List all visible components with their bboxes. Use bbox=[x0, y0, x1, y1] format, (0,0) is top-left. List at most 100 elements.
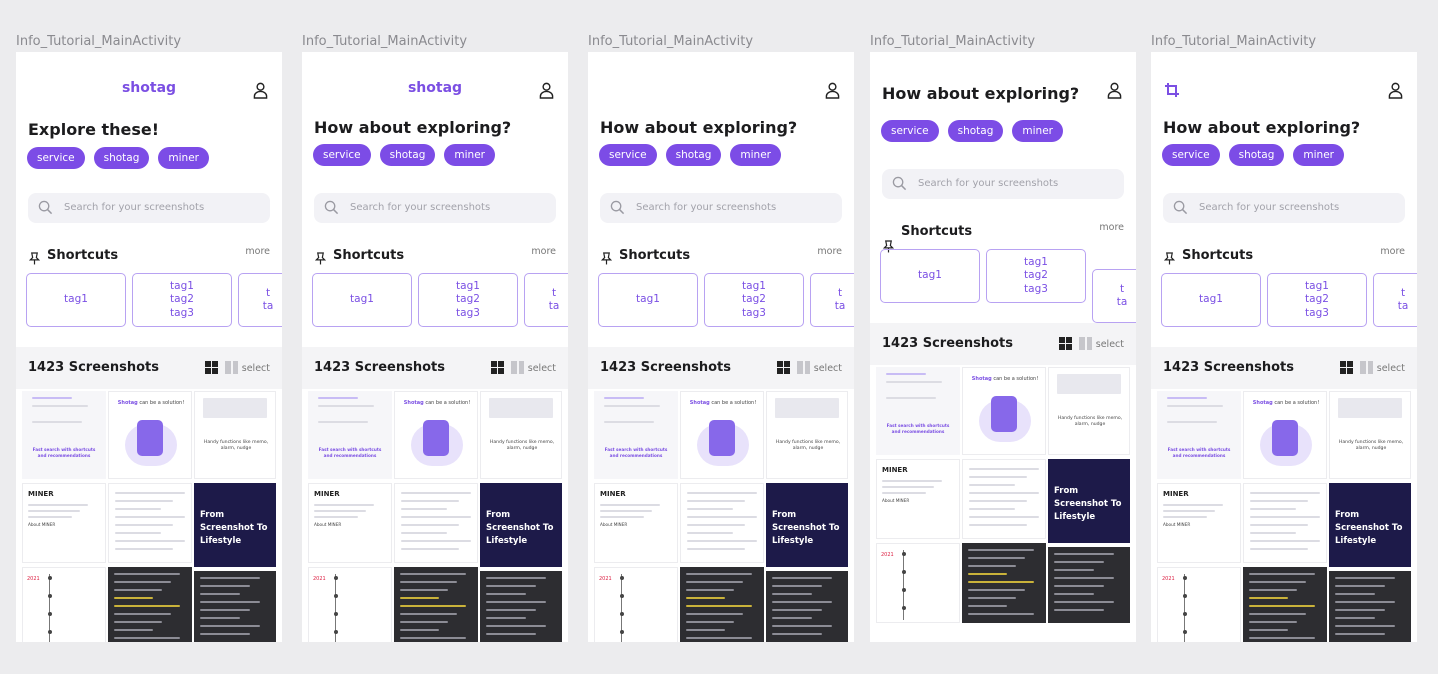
shortcut-card[interactable]: tag1 bbox=[312, 273, 412, 327]
select-button[interactable]: select bbox=[814, 363, 842, 374]
shortcut-card[interactable]: tag1 bbox=[880, 249, 980, 303]
screenshot-thumb[interactable]: Shotag can be a solution! bbox=[962, 367, 1046, 455]
screenshot-thumb[interactable]: MINER About MINER bbox=[876, 459, 960, 539]
chip-shotag[interactable]: shotag bbox=[379, 144, 436, 166]
select-button[interactable]: select bbox=[242, 363, 270, 374]
screenshot-thumb[interactable] bbox=[680, 567, 764, 642]
search-input[interactable]: Search for your screenshots bbox=[314, 193, 556, 223]
shortcut-card[interactable]: tag1 tag2 tag3 bbox=[132, 273, 232, 327]
chip-shotag[interactable]: shotag bbox=[93, 147, 150, 169]
search-input[interactable]: Search for your screenshots bbox=[882, 169, 1124, 199]
screenshot-thumb[interactable] bbox=[1329, 571, 1411, 642]
screenshot-thumb[interactable] bbox=[1243, 567, 1327, 642]
chip-shotag[interactable]: shotag bbox=[1228, 144, 1285, 166]
screenshot-thumb[interactable]: From Screenshot To Lifestyle bbox=[766, 483, 848, 567]
grid-view-icon[interactable] bbox=[491, 361, 504, 374]
screenshot-thumb[interactable]: From Screenshot To Lifestyle bbox=[194, 483, 276, 567]
shortcut-card[interactable]: tag1 tag2 tag3 bbox=[418, 273, 518, 327]
shortcuts-more-link[interactable]: more bbox=[531, 246, 556, 257]
shortcut-card[interactable]: t ta bbox=[1092, 269, 1136, 323]
list-view-icon[interactable] bbox=[1079, 337, 1092, 350]
screenshot-thumb[interactable]: Shotag can be a solution! bbox=[108, 391, 192, 479]
select-button[interactable]: select bbox=[1377, 363, 1405, 374]
screenshot-thumb[interactable] bbox=[766, 571, 848, 642]
chip-service[interactable]: service bbox=[313, 144, 371, 166]
screenshot-thumb[interactable]: Shotag can be a solution! bbox=[394, 391, 478, 479]
screenshot-thumb[interactable]: MINER About MINER bbox=[308, 483, 392, 563]
chip-service[interactable]: service bbox=[881, 120, 939, 142]
screenshot-thumb[interactable] bbox=[108, 483, 192, 563]
shortcut-card[interactable]: tag1 tag2 tag3 bbox=[1267, 273, 1367, 327]
screenshot-thumb[interactable]: 2021 bbox=[876, 543, 960, 623]
chip-miner[interactable]: miner bbox=[730, 144, 781, 166]
screenshot-thumb[interactable] bbox=[1243, 483, 1327, 563]
user-icon[interactable] bbox=[253, 82, 268, 99]
screenshot-thumb[interactable]: Fast search with shortcuts and recommend… bbox=[876, 367, 960, 455]
shortcuts-more-link[interactable]: more bbox=[1380, 246, 1405, 257]
screenshot-thumb[interactable]: Handy functions like memo, alarm, nudge bbox=[480, 391, 562, 479]
chip-service[interactable]: service bbox=[27, 147, 85, 169]
screenshot-thumb[interactable] bbox=[962, 543, 1046, 623]
screenshot-thumb[interactable]: MINER About MINER bbox=[1157, 483, 1241, 563]
screenshot-thumb[interactable]: 2021 bbox=[22, 567, 106, 642]
screenshot-thumb[interactable]: Handy functions like memo, alarm, nudge bbox=[1329, 391, 1411, 479]
screenshot-thumb[interactable]: Handy functions like memo, alarm, nudge bbox=[766, 391, 848, 479]
screenshot-thumb[interactable]: Fast search with shortcuts and recommend… bbox=[594, 391, 678, 479]
screenshot-thumb[interactable] bbox=[1048, 547, 1130, 623]
chip-shotag[interactable]: shotag bbox=[665, 144, 722, 166]
chip-miner[interactable]: miner bbox=[444, 144, 495, 166]
chip-shotag[interactable]: shotag bbox=[947, 120, 1004, 142]
user-icon[interactable] bbox=[1107, 82, 1122, 99]
screenshot-thumb[interactable] bbox=[962, 459, 1046, 539]
shortcuts-more-link[interactable]: more bbox=[245, 246, 270, 257]
shortcut-card[interactable]: tag1 bbox=[26, 273, 126, 327]
screenshot-thumb[interactable]: MINER About MINER bbox=[22, 483, 106, 563]
grid-view-icon[interactable] bbox=[1340, 361, 1353, 374]
grid-view-icon[interactable] bbox=[1059, 337, 1072, 350]
shortcut-card[interactable]: tag1 tag2 tag3 bbox=[986, 249, 1086, 303]
screenshot-thumb[interactable] bbox=[108, 567, 192, 642]
chip-service[interactable]: service bbox=[599, 144, 657, 166]
screenshot-thumb[interactable]: 2021 bbox=[1157, 567, 1241, 642]
chip-miner[interactable]: miner bbox=[1293, 144, 1344, 166]
select-button[interactable]: select bbox=[1096, 339, 1124, 350]
grid-view-icon[interactable] bbox=[777, 361, 790, 374]
list-view-icon[interactable] bbox=[1360, 361, 1373, 374]
shortcut-card[interactable]: t ta bbox=[810, 273, 854, 327]
screenshot-thumb[interactable] bbox=[394, 567, 478, 642]
list-view-icon[interactable] bbox=[511, 361, 524, 374]
screenshot-thumb[interactable]: 2021 bbox=[308, 567, 392, 642]
grid-view-icon[interactable] bbox=[205, 361, 218, 374]
search-input[interactable]: Search for your screenshots bbox=[1163, 193, 1405, 223]
screenshot-thumb[interactable] bbox=[394, 483, 478, 563]
shortcuts-more-link[interactable]: more bbox=[1099, 222, 1124, 233]
screenshot-thumb[interactable]: Shotag can be a solution! bbox=[1243, 391, 1327, 479]
screenshot-thumb[interactable]: Fast search with shortcuts and recommend… bbox=[1157, 391, 1241, 479]
shortcut-card[interactable]: tag1 tag2 tag3 bbox=[704, 273, 804, 327]
shortcut-card[interactable]: t ta bbox=[524, 273, 568, 327]
user-icon[interactable] bbox=[1388, 82, 1403, 99]
screenshot-thumb[interactable] bbox=[480, 571, 562, 642]
screenshot-thumb[interactable]: Shotag can be a solution! bbox=[680, 391, 764, 479]
screenshot-thumb[interactable]: From Screenshot To Lifestyle bbox=[480, 483, 562, 567]
user-icon[interactable] bbox=[539, 82, 554, 99]
chip-service[interactable]: service bbox=[1162, 144, 1220, 166]
chip-miner[interactable]: miner bbox=[1012, 120, 1063, 142]
search-input[interactable]: Search for your screenshots bbox=[600, 193, 842, 223]
screenshot-thumb[interactable]: Handy functions like memo, alarm, nudge bbox=[1048, 367, 1130, 455]
screenshot-thumb[interactable]: Fast search with shortcuts and recommend… bbox=[308, 391, 392, 479]
shortcut-card[interactable]: t ta bbox=[1373, 273, 1417, 327]
search-input[interactable]: Search for your screenshots bbox=[28, 193, 270, 223]
shortcuts-more-link[interactable]: more bbox=[817, 246, 842, 257]
screenshot-thumb[interactable] bbox=[194, 571, 276, 642]
screenshot-thumb[interactable]: From Screenshot To Lifestyle bbox=[1048, 459, 1130, 543]
screenshot-thumb[interactable] bbox=[680, 483, 764, 563]
chip-miner[interactable]: miner bbox=[158, 147, 209, 169]
shortcut-card[interactable]: tag1 bbox=[1161, 273, 1261, 327]
list-view-icon[interactable] bbox=[797, 361, 810, 374]
shortcut-card[interactable]: tag1 bbox=[598, 273, 698, 327]
screenshot-thumb[interactable]: Handy functions like memo, alarm, nudge bbox=[194, 391, 276, 479]
user-icon[interactable] bbox=[825, 82, 840, 99]
screenshot-thumb[interactable]: Fast search with shortcuts and recommend… bbox=[22, 391, 106, 479]
select-button[interactable]: select bbox=[528, 363, 556, 374]
